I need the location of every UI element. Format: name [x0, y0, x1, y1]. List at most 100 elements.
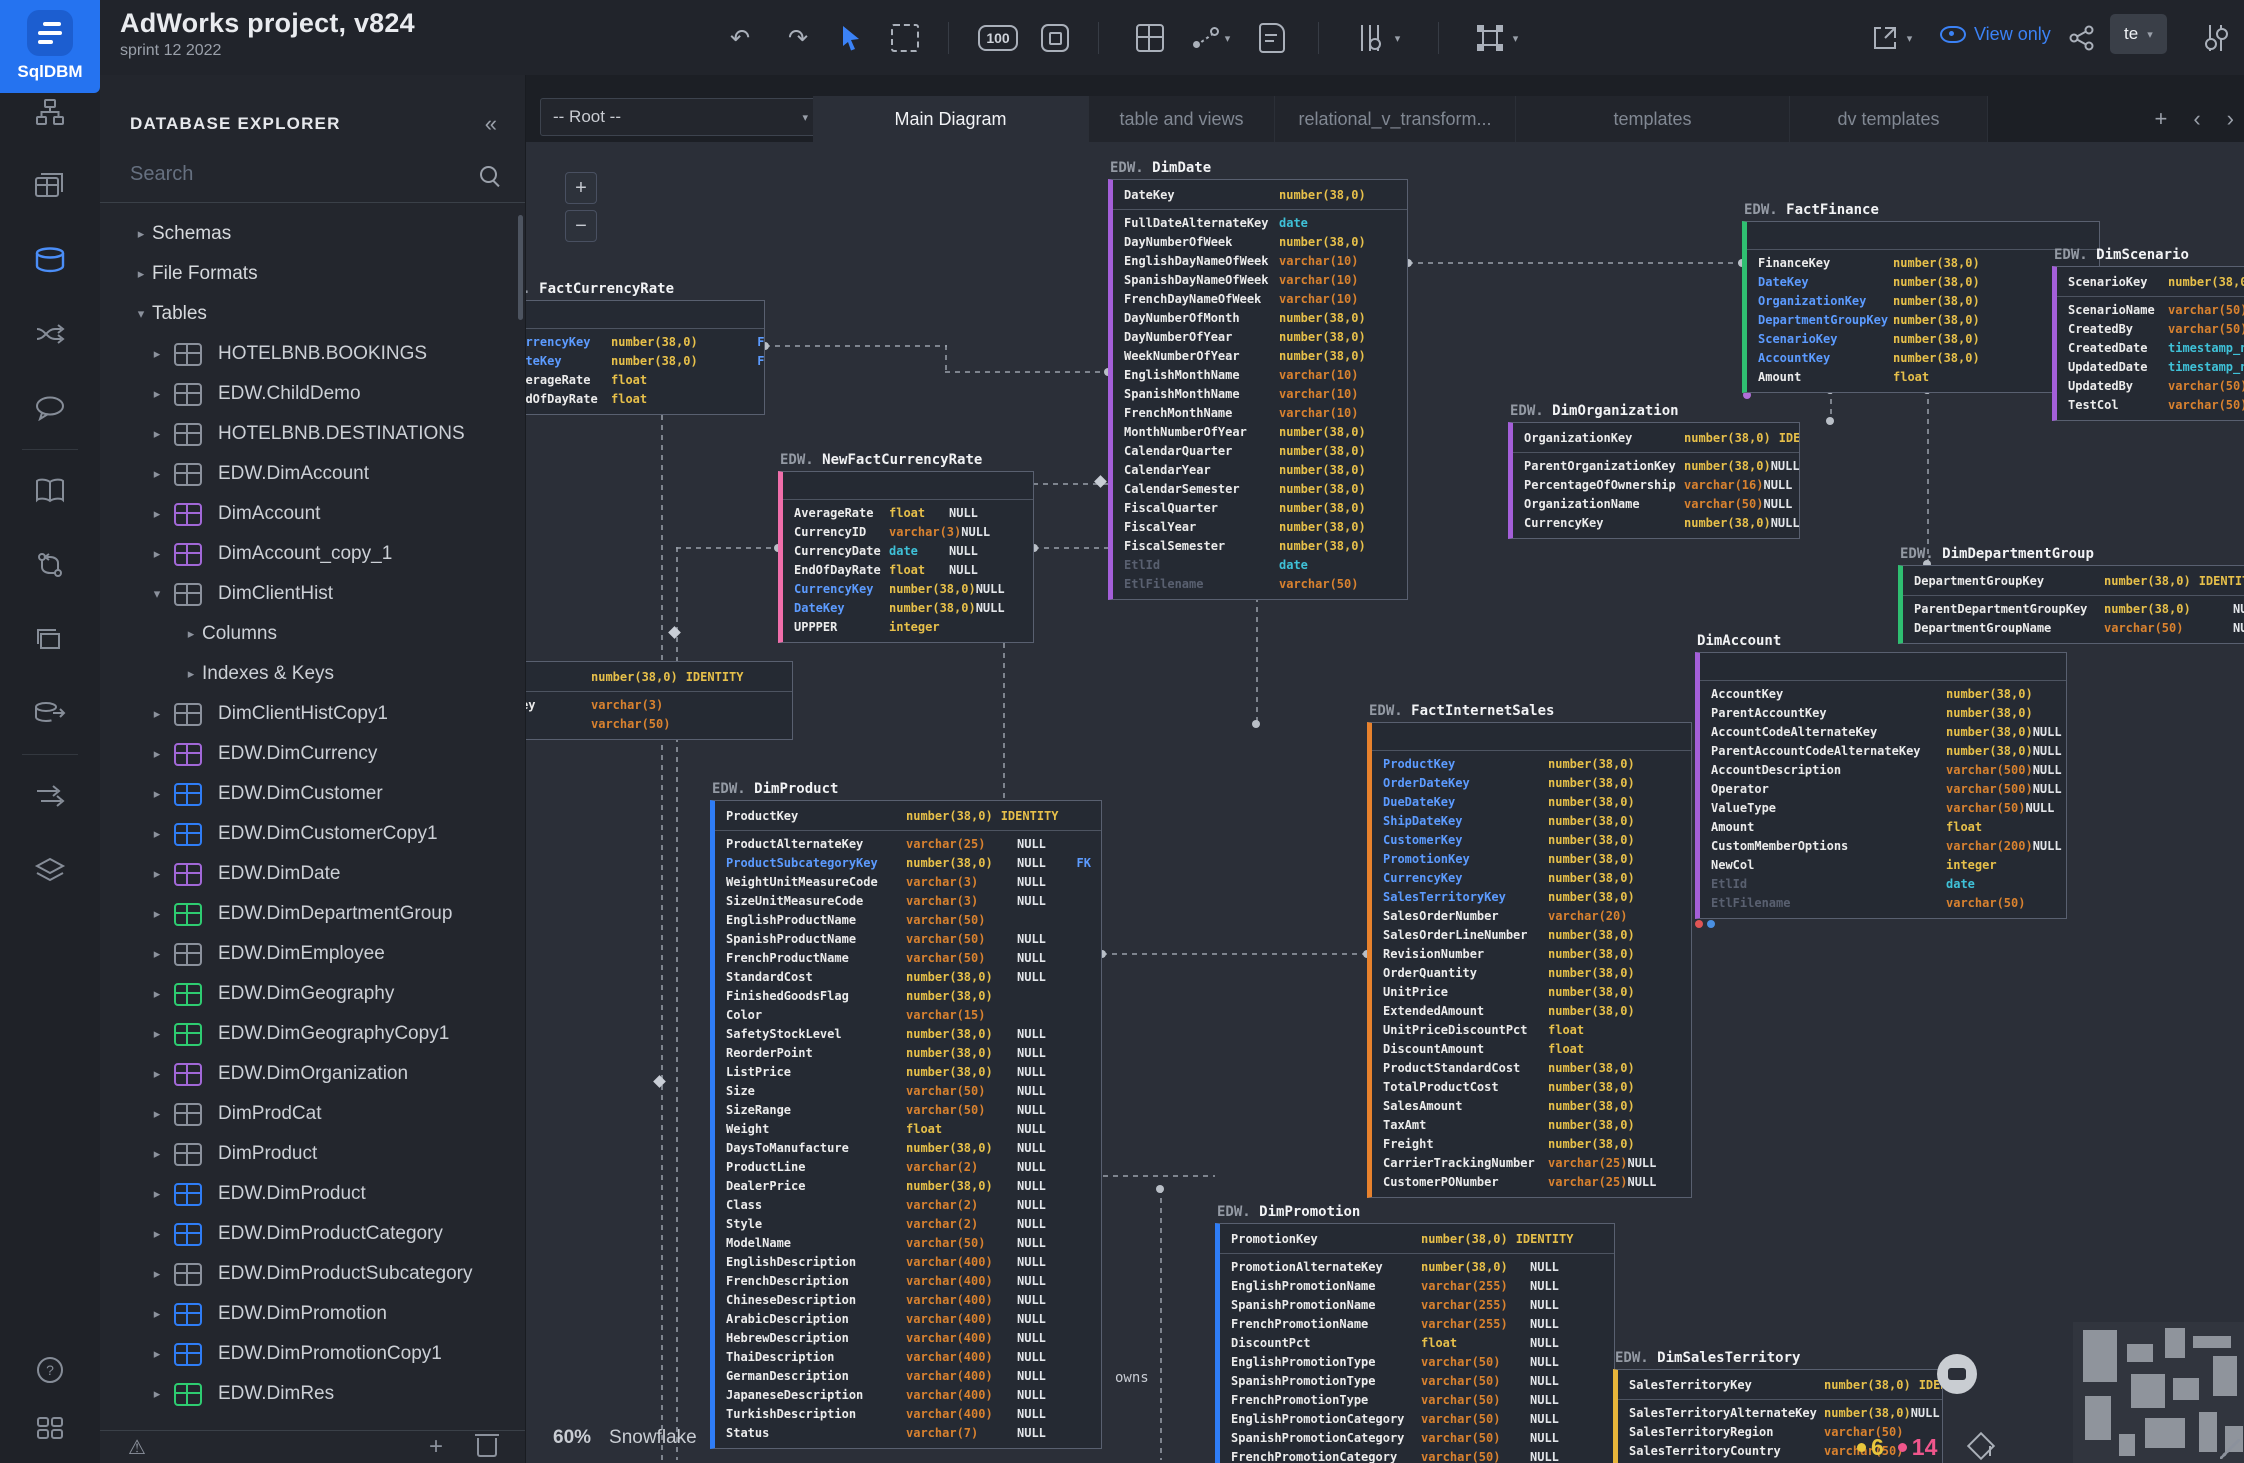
- chat-bubble-icon[interactable]: [1937, 1354, 1977, 1394]
- sidebar-item-edw-dimorganization[interactable]: ▸ EDW.DimOrganization: [100, 1054, 517, 1094]
- column-row[interactable]: OrganizationName varchar(50) NULL: [1513, 495, 1799, 514]
- table-factfinance[interactable]: EDW. FactFinance FinanceKey number(38,0) Da…: [1742, 202, 2100, 393]
- undo-icon[interactable]: ↶: [720, 18, 760, 58]
- column-row[interactable]: ProductKeynumber(38,0)IDENTITYPK: [715, 804, 1101, 828]
- sidebar-item-edw-dimcustomer[interactable]: ▸ EDW.DimCustomer: [100, 774, 517, 814]
- column-row[interactable]: EnglishPromotionName varchar(255) NULL: [1220, 1277, 1614, 1296]
- column-row[interactable]: SizeRange varchar(50) NULL: [715, 1101, 1101, 1120]
- column-row[interactable]: ExtendedAmount number(38,0): [1372, 1002, 1691, 1021]
- table-factcurrencyrate[interactable]: EDW. FactCurrencyRate CurrencyKey number(3…: [525, 281, 765, 415]
- column-row[interactable]: Weight float NULL: [715, 1120, 1101, 1139]
- column-row[interactable]: Color varchar(15): [715, 1006, 1101, 1025]
- column-row[interactable]: ProductLine varchar(2) NULL: [715, 1158, 1101, 1177]
- versions-icon[interactable]: [0, 528, 100, 602]
- table-box[interactable]: ProductKeynumber(38,0)IDENTITYPK ProductA…: [710, 800, 1102, 1449]
- resize-handle[interactable]: [2220, 1439, 2240, 1459]
- docs-icon[interactable]: [0, 454, 100, 528]
- sidebar-item-dimproduct[interactable]: ▸ DimProduct: [100, 1134, 517, 1174]
- column-row[interactable]: PromotionAlternateKey number(38,0) NULL: [1220, 1258, 1614, 1277]
- column-row[interactable]: FinishedGoodsFlag number(38,0): [715, 987, 1101, 1006]
- column-row[interactable]: AccountKey number(38,0): [1700, 685, 2066, 704]
- column-row[interactable]: CurrencyDate date NULL: [783, 542, 1033, 561]
- column-row[interactable]: WeightUnitMeasureCode varchar(3) NULL: [715, 873, 1101, 892]
- issue-badges[interactable]: 6 14: [1857, 1434, 1937, 1461]
- share-icon[interactable]: [2062, 18, 2102, 58]
- zoom-100-button[interactable]: 100: [978, 18, 1018, 58]
- database-icon[interactable]: [0, 223, 100, 297]
- chevron-right-icon[interactable]: ▸: [130, 266, 152, 282]
- user-menu-button[interactable]: te ▾: [2110, 14, 2167, 54]
- tabs-next-icon[interactable]: ›: [2227, 106, 2234, 132]
- column-row[interactable]: OrganizationKeynumber(38,0)IDENTITYPK: [1513, 426, 1799, 450]
- collapse-panel-icon[interactable]: «: [485, 111, 497, 137]
- table-dimdate[interactable]: EDW. DimDateDateKeynumber(38,0)PKFullDat…: [1108, 160, 1408, 600]
- chevron-right-icon[interactable]: ▸: [146, 1146, 168, 1162]
- sidebar-item-edw-dimpromotion[interactable]: ▸ EDW.DimPromotion: [100, 1294, 517, 1334]
- note-icon[interactable]: [1252, 18, 1292, 58]
- column-row[interactable]: ScenarioKeynumber(38,0)IDENTITYPK: [2057, 270, 2244, 294]
- column-row[interactable]: FrenchDayNameOfWeek varchar(10): [1113, 290, 1407, 309]
- column-row[interactable]: DueDateKey number(38,0) FK: [1372, 793, 1691, 812]
- column-row[interactable]: CurrencyKey number(38,0)NULL FK: [783, 580, 1033, 599]
- chevron-right-icon[interactable]: ▸: [130, 226, 152, 242]
- convert-icon[interactable]: [0, 297, 100, 371]
- search-input[interactable]: Search: [100, 151, 525, 203]
- column-row[interactable]: SafetyStockLevel number(38,0) NULL: [715, 1025, 1101, 1044]
- column-row[interactable]: CustomerPONumber varchar(25) NULL: [1372, 1173, 1691, 1192]
- column-row[interactable]: Operator varchar(500) NULL: [1700, 780, 2066, 799]
- column-row[interactable]: AccountKeynumber(38,0)FK: [1747, 349, 2099, 368]
- column-row[interactable]: EtlFilename varchar(50): [1700, 894, 2066, 913]
- column-row[interactable]: ChineseDescription varchar(400) NULL: [715, 1291, 1101, 1310]
- column-row[interactable]: FullDateAlternateKey date: [1113, 214, 1407, 233]
- chevron-right-icon[interactable]: ▸: [146, 466, 168, 482]
- column-row[interactable]: ProductAlternateKey varchar(25) NULL: [715, 835, 1101, 854]
- column-row[interactable]: SpanishDayNameOfWeek varchar(10): [1113, 271, 1407, 290]
- chevron-right-icon[interactable]: ▸: [146, 546, 168, 562]
- table-box[interactable]: PromotionKeynumber(38,0)IDENTITYPKPromot…: [1215, 1223, 1615, 1463]
- column-row[interactable]: ParentAccountCodeAlternateKey number(38,0…: [1700, 742, 2066, 761]
- table-dimdepartmentgroup[interactable]: EDW. DimDepartmentGroup DepartmentGroupKe…: [1898, 546, 2244, 644]
- column-row[interactable]: ReorderPoint number(38,0) NULL: [715, 1044, 1101, 1063]
- column-row[interactable]: CurrencyKey number(38,0) NULL: [1513, 514, 1799, 533]
- column-row[interactable]: WeekNumberOfYear number(38,0): [1113, 347, 1407, 366]
- chevron-right-icon[interactable]: ▸: [146, 1226, 168, 1242]
- diagram-canvas[interactable]: + − EDW. FactCurrencyRateCurrencyKeynumb…: [525, 142, 2244, 1463]
- table-dimpromotion[interactable]: EDW. DimPromotion PromotionKey number(38,0…: [1215, 1204, 1615, 1463]
- column-row[interactable]: SalesOrderLineNumber number(38,0): [1372, 926, 1691, 945]
- help-icon[interactable]: ?: [0, 1341, 100, 1399]
- column-row[interactable]: UpdatedBy varchar(50): [2057, 377, 2244, 396]
- table-box[interactable]: AccountKey number(38,0) ParentAccountKey nu…: [1695, 652, 2067, 919]
- sidebar-group-file-formats[interactable]: ▸ File Formats: [100, 254, 517, 294]
- add-table-button[interactable]: +: [429, 1433, 443, 1461]
- column-row[interactable]: FinanceKey number(38,0): [1747, 254, 2099, 273]
- export-caret-icon[interactable]: ▾: [1900, 18, 1916, 58]
- delete-icon[interactable]: [475, 1433, 499, 1457]
- tab-relational-v-transform-[interactable]: relational_v_transform...: [1275, 96, 1516, 142]
- column-row[interactable]: FiscalYear number(38,0): [1113, 518, 1407, 537]
- column-row[interactable]: FrenchProductName varchar(50) NULL: [715, 949, 1101, 968]
- table-dimcurrency[interactable]: EDW. DimCurrency CurrencyKeynumber(38,0)I…: [525, 642, 793, 740]
- column-row[interactable]: SpanishMonthName varchar(10): [1113, 385, 1407, 404]
- table-box[interactable]: ProductKey number(38,0) FK OrderDateKey numb…: [1367, 722, 1692, 1198]
- column-row[interactable]: PercentageOfOwnership varchar(16) NULL: [1513, 476, 1799, 495]
- settings-sliders-icon[interactable]: [2196, 18, 2236, 58]
- column-row[interactable]: SalesTerritoryKey number(38,0) FK: [1372, 888, 1691, 907]
- root-selector[interactable]: -- Root -- ▾: [540, 98, 821, 136]
- sidebar-item-edw-dimproduct[interactable]: ▸ EDW.DimProduct: [100, 1174, 517, 1214]
- chevron-right-icon[interactable]: ▸: [146, 1306, 168, 1322]
- column-row[interactable]: GermanDescription varchar(400) NULL: [715, 1367, 1101, 1386]
- sidebar-item-edw-dimproductcategory[interactable]: ▸ EDW.DimProductCategory: [100, 1214, 517, 1254]
- apps-grid-icon[interactable]: [0, 1399, 100, 1457]
- chevron-right-icon[interactable]: ▸: [180, 666, 202, 682]
- marquee-select-icon[interactable]: [885, 18, 925, 58]
- column-row[interactable]: OrderDateKey number(38,0) FK: [1372, 774, 1691, 793]
- column-row[interactable]: EnglishDayNameOfWeek varchar(10): [1113, 252, 1407, 271]
- column-row[interactable]: FrenchMonthName varchar(10): [1113, 404, 1407, 423]
- chevron-right-icon[interactable]: ▸: [146, 786, 168, 802]
- column-row[interactable]: DateKey number(38,0)NULL FK: [783, 599, 1033, 618]
- zoom-in-button[interactable]: +: [565, 172, 597, 204]
- frame-select-icon[interactable]: [1470, 18, 1510, 58]
- tab-table-and-views[interactable]: table and views: [1089, 96, 1275, 142]
- yellow-badge[interactable]: 6: [1857, 1434, 1884, 1461]
- sidebar-item-edw-dimgeography[interactable]: ▸ EDW.DimGeography: [100, 974, 517, 1014]
